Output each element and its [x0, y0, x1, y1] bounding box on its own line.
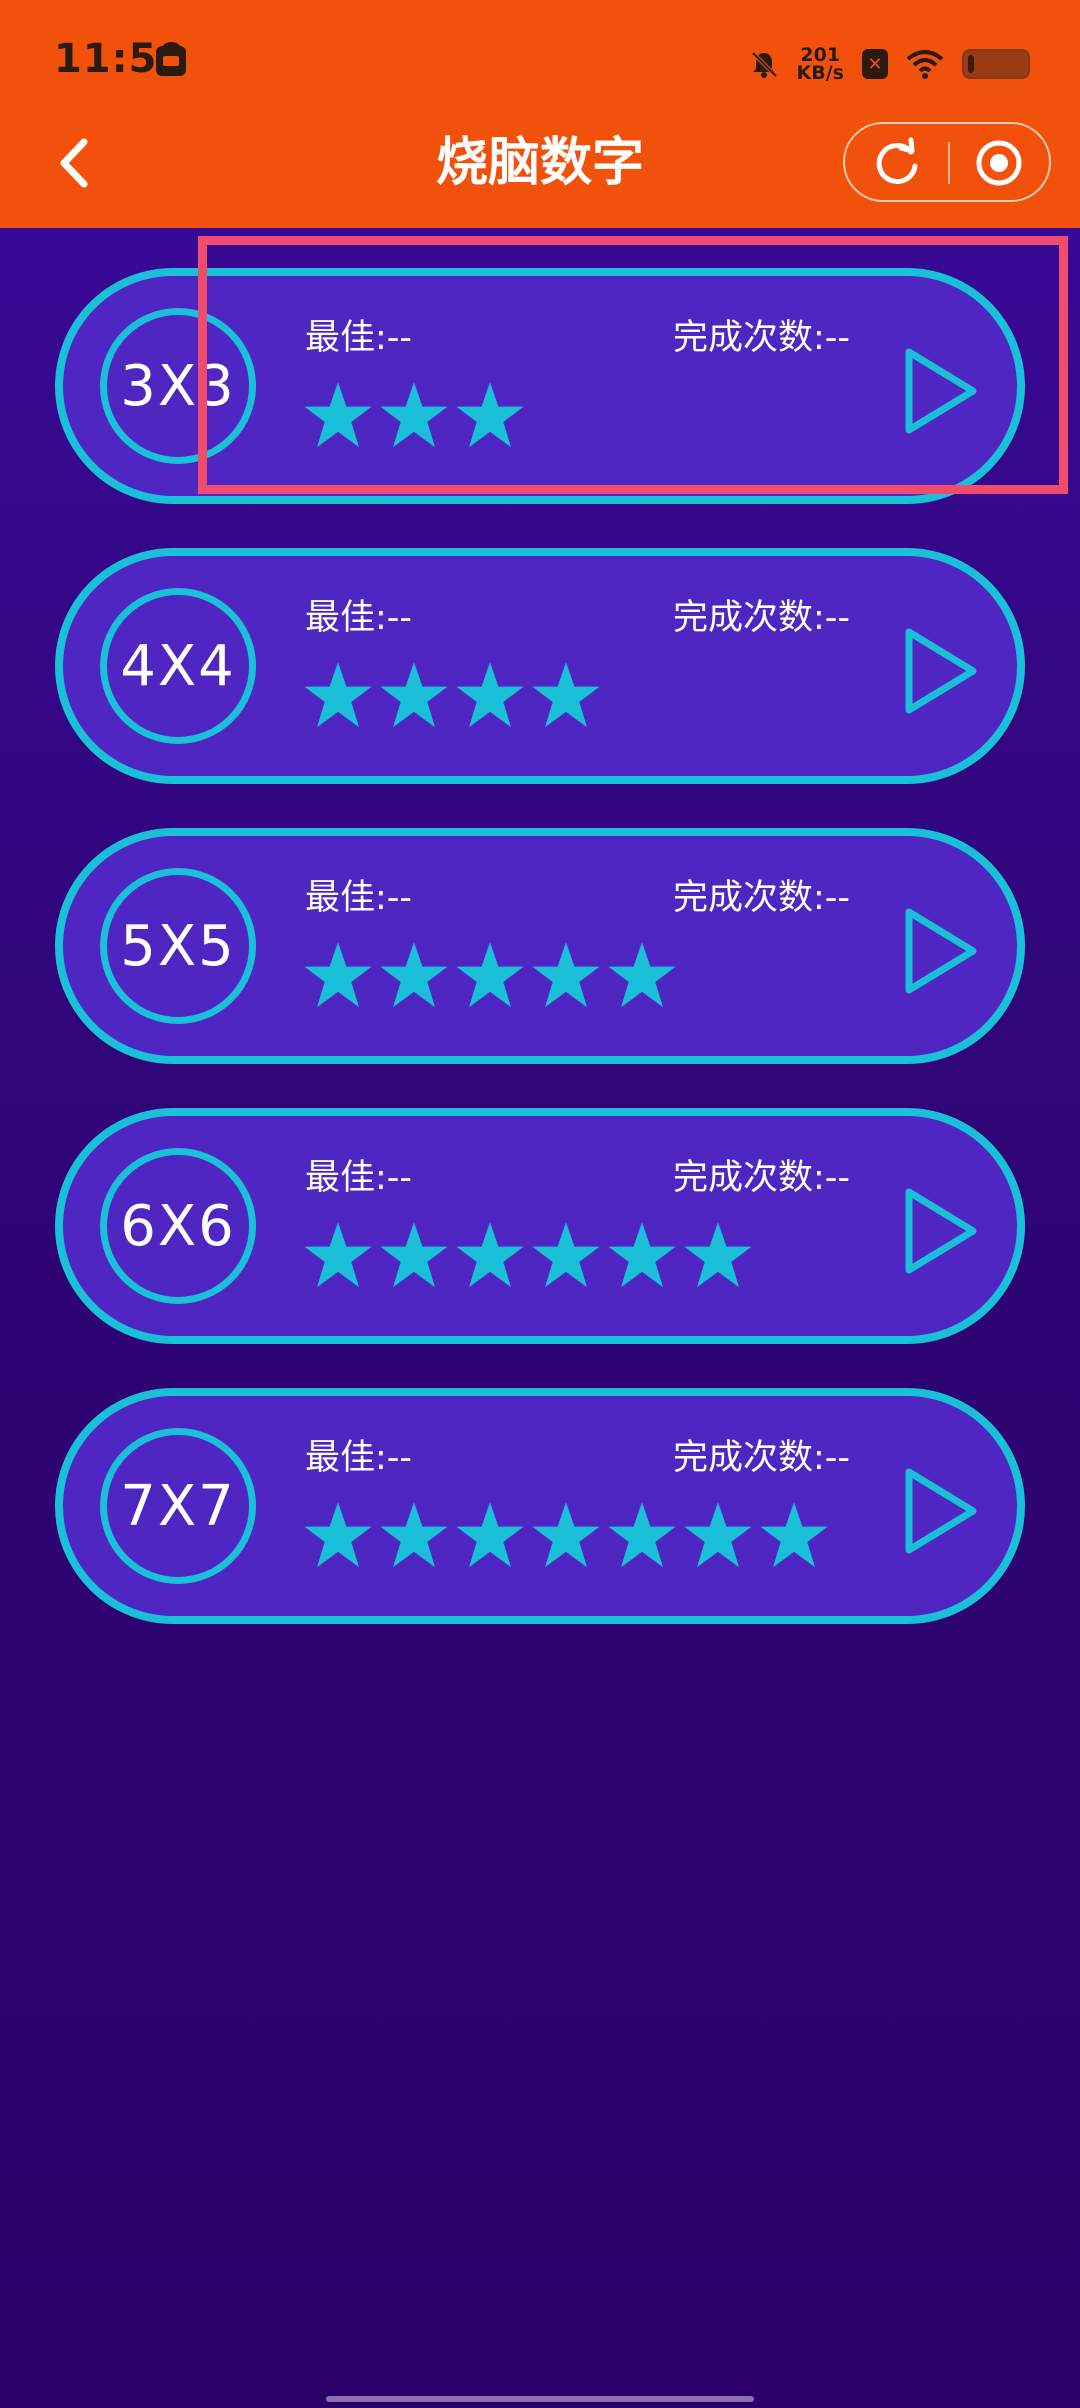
- refresh-icon[interactable]: [865, 132, 929, 194]
- star-icon: [684, 1502, 752, 1568]
- play-icon[interactable]: [901, 1466, 981, 1556]
- network-speed-unit: KB/s: [796, 62, 844, 84]
- play-icon[interactable]: [901, 626, 981, 716]
- star-icon: [456, 662, 524, 728]
- star-icon: [608, 942, 676, 1008]
- notification-app-icon: [156, 46, 186, 76]
- app-header: 11:50 201 KB/s ✕ 烧脑数字: [0, 0, 1080, 228]
- star-icon: [608, 1222, 676, 1288]
- level-size-badge: 5X5: [100, 868, 256, 1024]
- level-size-badge: 7X7: [100, 1428, 256, 1584]
- star-icon: [608, 1502, 676, 1568]
- selection-highlight: [198, 236, 1068, 494]
- star-icon: [304, 942, 372, 1008]
- network-speed: 201 KB/s: [796, 46, 844, 84]
- star-icon: [760, 1502, 828, 1568]
- star-icon: [380, 1502, 448, 1568]
- play-icon[interactable]: [901, 906, 981, 996]
- difficulty-stars: [303, 1500, 829, 1580]
- star-icon: [380, 1222, 448, 1288]
- battery-icon: [962, 49, 1030, 79]
- status-icons: 201 KB/s ✕: [749, 42, 1030, 86]
- completion-count: 完成次数:--: [673, 1438, 851, 1478]
- play-icon[interactable]: [901, 1186, 981, 1276]
- star-icon: [304, 1222, 372, 1288]
- difficulty-stars: [303, 940, 677, 1020]
- close-box-icon: ✕: [862, 49, 888, 79]
- star-icon: [456, 942, 524, 1008]
- bell-off-icon: [751, 51, 777, 78]
- level-size-badge: 6X6: [100, 1148, 256, 1304]
- status-bar: 11:50 201 KB/s ✕: [0, 0, 1080, 120]
- level-card-6x6[interactable]: 6X6 最佳:-- 完成次数:--: [55, 1108, 1025, 1344]
- close-target-icon[interactable]: [967, 132, 1031, 194]
- star-icon: [532, 662, 600, 728]
- star-icon: [532, 1502, 600, 1568]
- capsule-divider: [948, 142, 950, 184]
- star-icon: [456, 1222, 524, 1288]
- completion-count: 完成次数:--: [673, 1158, 851, 1198]
- star-icon: [532, 942, 600, 1008]
- level-size-badge: 4X4: [100, 588, 256, 744]
- star-icon: [380, 662, 448, 728]
- best-score: 最佳:--: [305, 598, 413, 638]
- star-icon: [304, 662, 372, 728]
- star-icon: [684, 1222, 752, 1288]
- level-card-7x7[interactable]: 7X7 最佳:-- 完成次数:--: [55, 1388, 1025, 1624]
- star-icon: [380, 942, 448, 1008]
- completion-count: 完成次数:--: [673, 878, 851, 918]
- home-indicator[interactable]: [326, 2396, 754, 2402]
- best-score: 最佳:--: [305, 1438, 413, 1478]
- level-card-5x5[interactable]: 5X5 最佳:-- 完成次数:--: [55, 828, 1025, 1064]
- mini-program-capsule: [843, 122, 1051, 202]
- difficulty-stars: [303, 660, 601, 740]
- star-icon: [304, 1502, 372, 1568]
- difficulty-stars: [303, 1220, 753, 1300]
- star-icon: [456, 1502, 524, 1568]
- completion-count: 完成次数:--: [673, 598, 851, 638]
- best-score: 最佳:--: [305, 1158, 413, 1198]
- best-score: 最佳:--: [305, 878, 413, 918]
- level-card-4x4[interactable]: 4X4 最佳:-- 完成次数:--: [55, 548, 1025, 784]
- wifi-icon: [906, 50, 944, 79]
- star-icon: [532, 1222, 600, 1288]
